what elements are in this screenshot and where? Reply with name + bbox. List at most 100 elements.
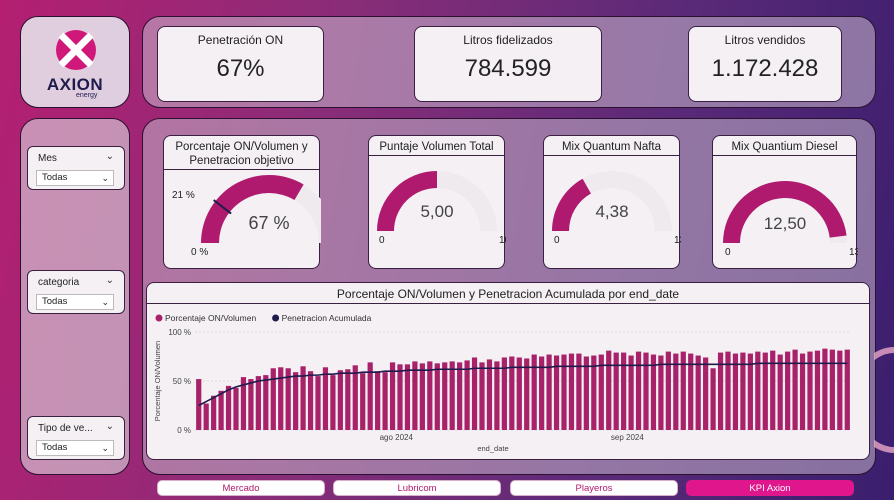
- gauge-card-mix-nafta: Mix Quantum Nafta 4,38013: [543, 135, 681, 269]
- chevron-down-icon[interactable]: ⌄: [106, 151, 114, 162]
- x-tick-label: ago 2024: [380, 433, 414, 442]
- bar: [389, 362, 396, 430]
- bar: [293, 372, 299, 430]
- bar: [643, 352, 649, 430]
- gauge-card-puntaje-volumen: Puntaje Volumen Total 5,00010: [368, 135, 506, 269]
- tab-lubricom[interactable]: Lubricom: [333, 480, 501, 496]
- slicer-label: Tipo de ve...: [38, 423, 93, 434]
- kpi-title: Litros fidelizados: [463, 33, 553, 47]
- bar: [442, 362, 448, 430]
- bar: [382, 372, 388, 430]
- gauge-chart: 12,50 0 13: [723, 181, 858, 258]
- y-tick-label: 50 %: [173, 377, 191, 386]
- bar: [434, 363, 440, 430]
- kpi-value: 784.599: [464, 55, 552, 82]
- bar: [658, 355, 664, 430]
- bar: [345, 369, 351, 430]
- slicer-tipo-de-venta[interactable]: Tipo de ve... ⌄ Todas ⌄: [27, 416, 125, 460]
- logo-panel: AXION energy: [20, 16, 130, 108]
- gauge-max-label: 13: [849, 247, 858, 258]
- gauge-min-label: 0 %: [191, 247, 208, 258]
- kpi-title: Penetración ON: [197, 33, 284, 47]
- bar: [278, 367, 284, 430]
- bar: [233, 387, 239, 430]
- gauge-card-porcentaje: Porcentaje ON/Volumen y Penetracion objet…: [163, 135, 321, 269]
- bar: [494, 361, 500, 430]
- gauge-fill: [723, 181, 847, 243]
- gauge-target-label: 21 %: [172, 190, 195, 201]
- chevron-down-icon[interactable]: ⌄: [106, 275, 114, 286]
- gauge-max-label: 13: [674, 235, 681, 246]
- kpi-card-litros-vendidos: Litros vendidos 1.172.428: [688, 26, 842, 102]
- bar: [844, 349, 850, 430]
- chevron-down-icon: ⌄: [101, 297, 109, 307]
- slicer-dropdown[interactable]: Todas ⌄: [36, 294, 114, 310]
- bar: [427, 361, 433, 430]
- main-panel: Porcentaje ON/Volumen y Penetracion objet…: [142, 118, 876, 475]
- bar: [315, 376, 321, 430]
- tab-playeros[interactable]: Playeros: [510, 480, 678, 496]
- bar: [516, 357, 522, 430]
- bar: [583, 356, 589, 430]
- gauge-value: 12,50: [764, 214, 807, 233]
- y-tick-label: 0 %: [177, 426, 191, 435]
- bar: [628, 355, 634, 430]
- bar: [337, 370, 343, 430]
- bar: [792, 349, 798, 430]
- bar: [486, 359, 493, 430]
- brand-name: AXION: [46, 75, 104, 94]
- bar: [799, 353, 806, 430]
- legend-marker: [272, 314, 280, 322]
- gauge-max-label: 10: [499, 235, 506, 246]
- filter-panel: Mes ⌄ Todas ⌄ categoria ⌄ Todas ⌄ Tipo de …: [20, 118, 130, 475]
- bar: [546, 354, 552, 430]
- tab-mercado[interactable]: Mercado: [157, 480, 325, 496]
- bar: [449, 361, 455, 430]
- bar: [412, 361, 418, 430]
- slicer-dropdown[interactable]: Todas ⌄: [36, 440, 114, 456]
- gauge-min-label: 0: [725, 247, 731, 258]
- legend-label: Porcentaje ON/Volumen: [165, 313, 256, 323]
- bar: [360, 373, 366, 430]
- bar: [255, 376, 261, 430]
- bar: [248, 379, 254, 430]
- chevron-down-icon: ⌄: [101, 443, 109, 453]
- kpi-card-penetracion: Penetración ON 67%: [157, 26, 324, 102]
- bar: [464, 360, 470, 430]
- bar: [829, 349, 835, 430]
- bar: [635, 351, 642, 430]
- gauge-min-label: 0: [554, 235, 560, 246]
- bar: [695, 355, 701, 430]
- gauge-chart: 4,38 0 13: [552, 171, 681, 246]
- slicer-mes[interactable]: Mes ⌄ Todas ⌄: [27, 146, 125, 190]
- bar: [397, 364, 403, 430]
- bar: [606, 350, 612, 430]
- gauge-fill: [552, 178, 591, 231]
- slicer-dropdown[interactable]: Todas ⌄: [36, 170, 114, 186]
- bar: [680, 351, 686, 430]
- bar: [263, 375, 269, 430]
- slicer-value: Todas: [42, 442, 68, 453]
- bar: [218, 390, 224, 430]
- bar: [211, 395, 217, 430]
- bar: [457, 362, 463, 430]
- kpi-value: 67%: [216, 55, 265, 82]
- gauge-min-label: 0: [379, 235, 385, 246]
- bar: [322, 367, 329, 430]
- slicer-categoria[interactable]: categoria ⌄ Todas ⌄: [27, 270, 125, 314]
- gauge-value: 4,38: [595, 202, 628, 221]
- bar: [777, 354, 783, 430]
- bar: [725, 351, 731, 430]
- chevron-down-icon: ⌄: [101, 173, 109, 183]
- bar: [270, 368, 276, 430]
- chevron-down-icon[interactable]: ⌄: [106, 421, 114, 432]
- kpi-value: 1.172.428: [711, 55, 819, 82]
- bar: [770, 350, 776, 430]
- kpi-panel: Penetración ON 67% Litros fidelizados 78…: [142, 16, 876, 108]
- combo-chart-card: Porcentaje ON/Volumen y Penetracion Acum…: [146, 282, 870, 460]
- slicer-value: Todas: [42, 296, 68, 307]
- y-tick-label: 100 %: [168, 328, 191, 337]
- bar: [375, 371, 381, 430]
- tab-kpi-axion[interactable]: KPI Axion: [686, 480, 854, 496]
- x-tick-label: sep 2024: [611, 433, 644, 442]
